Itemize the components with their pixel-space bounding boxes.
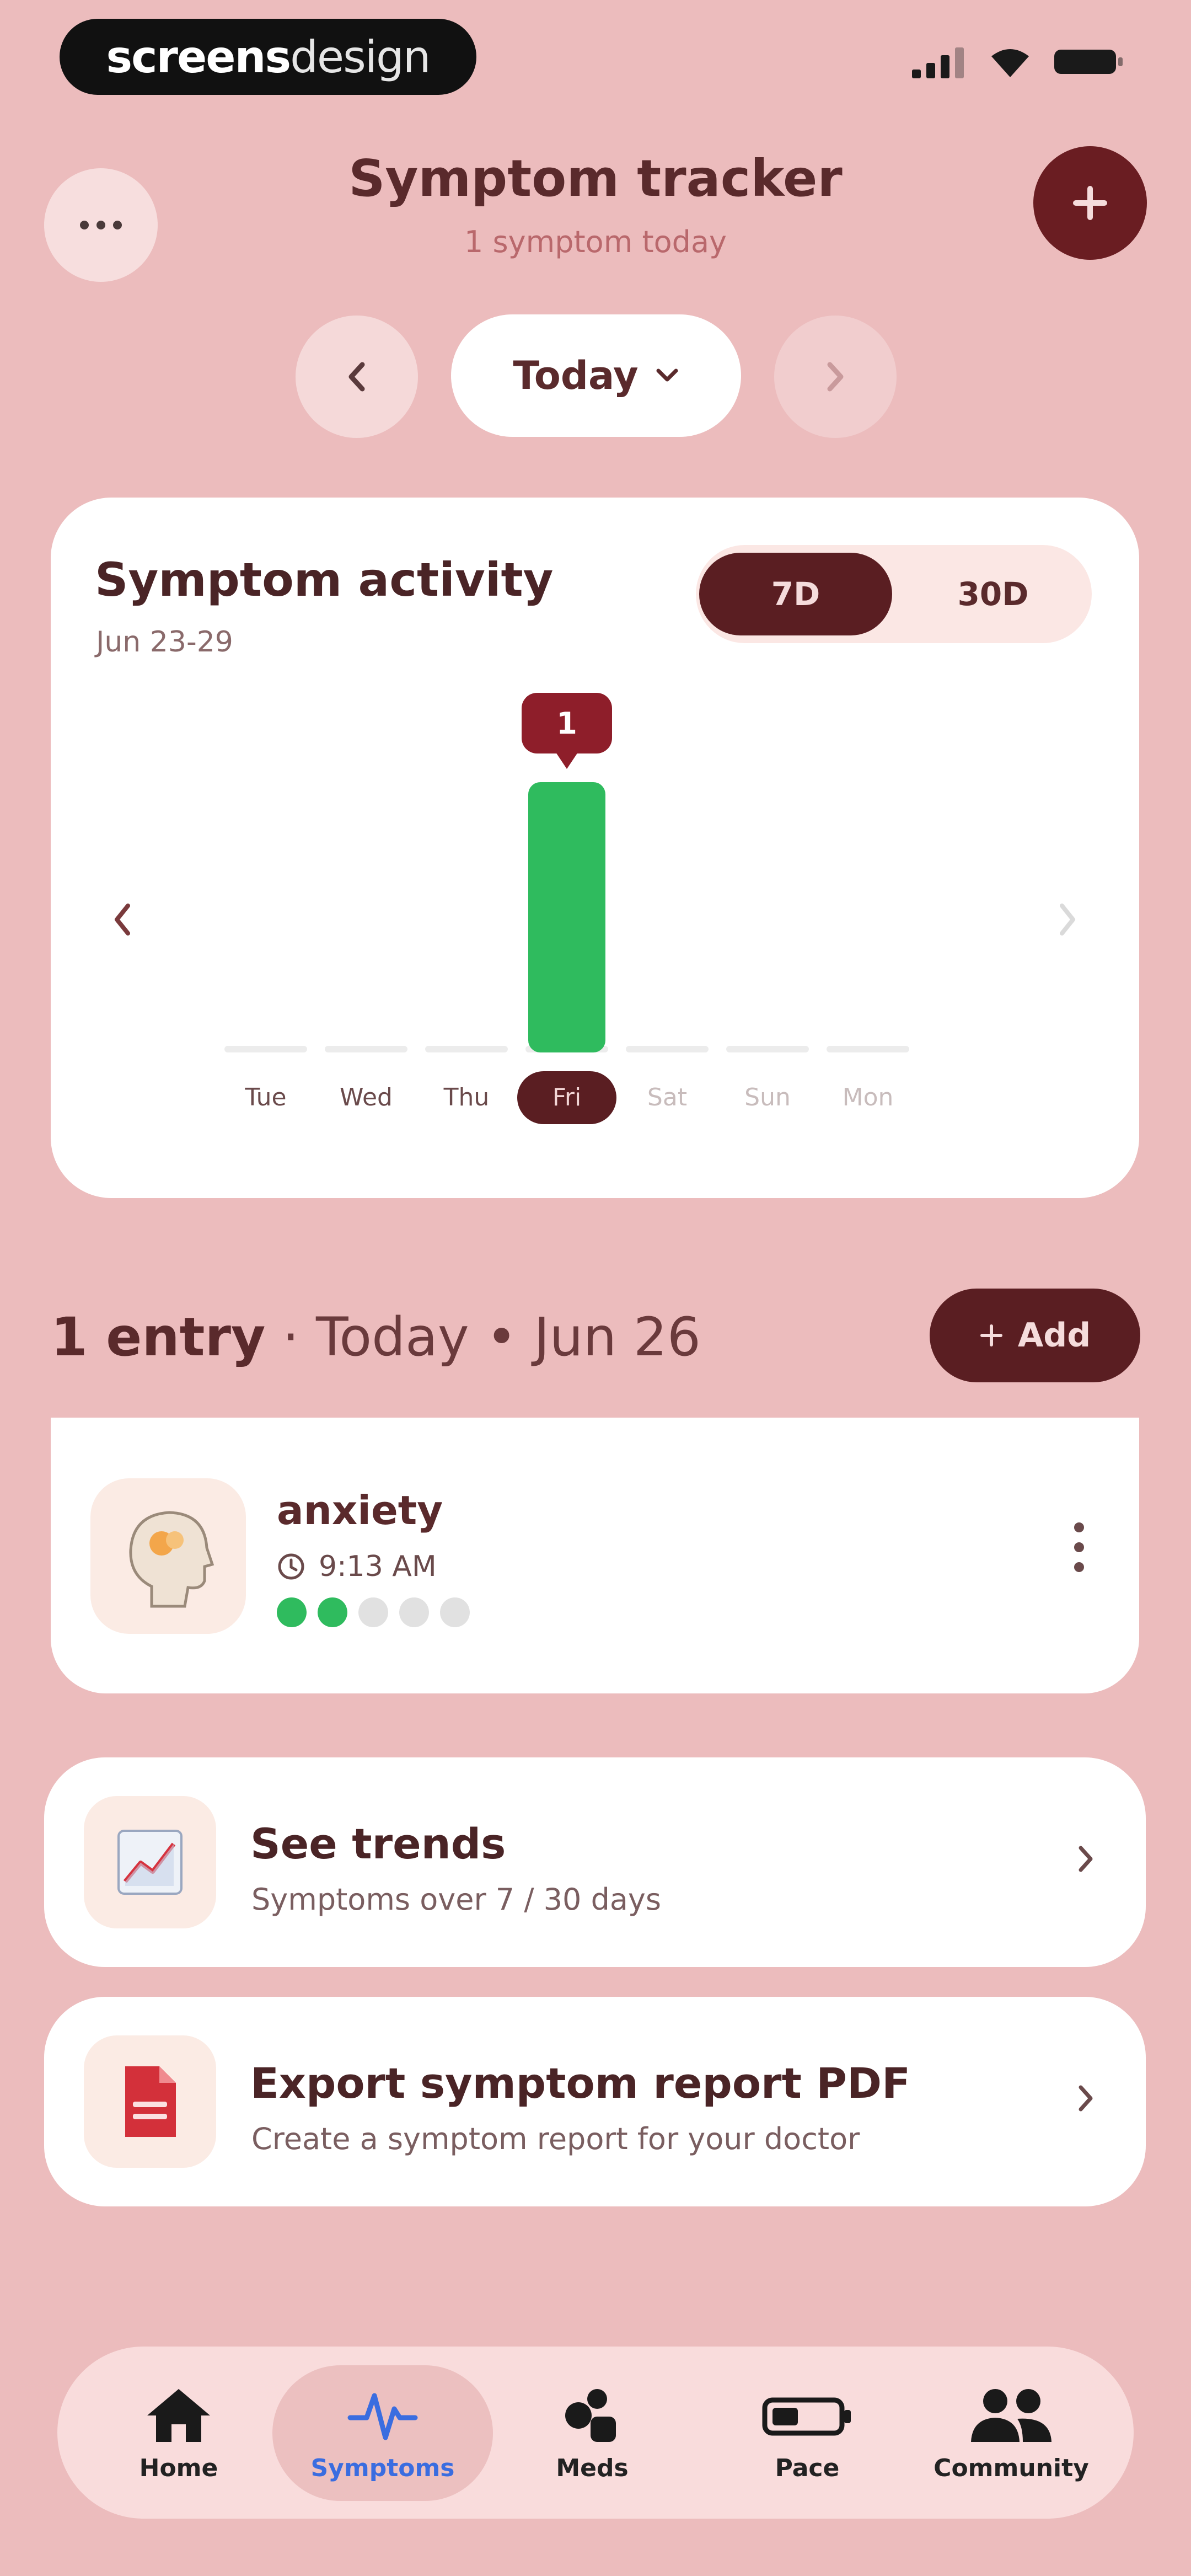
entry-options-button[interactable]: [1074, 1522, 1084, 1572]
entry-time-row: 9:13 AM: [277, 1550, 437, 1583]
home-icon: [147, 2388, 210, 2442]
chevron-right-icon: [1076, 2074, 1095, 2125]
entries-count: 1 entry: [51, 1306, 266, 1368]
chart-baseline-sun: [726, 1046, 809, 1052]
add-entry-label: Add: [1017, 1316, 1091, 1355]
nav-meds[interactable]: Meds: [482, 2365, 702, 2501]
plus-icon: [980, 1324, 1002, 1346]
severity-dot: [440, 1597, 470, 1627]
chart-baseline-thu: [425, 1046, 508, 1052]
page-title: Symptom tracker: [348, 149, 843, 208]
trend-chart-icon: [117, 1830, 183, 1895]
chart-value-tooltip: 1: [522, 693, 612, 769]
chart-baseline-sat: [626, 1046, 709, 1052]
see-trends-card[interactable]: See trends Symptoms over 7 / 30 days: [44, 1757, 1146, 1967]
severity-dot: [277, 1597, 307, 1627]
nav-symptoms-label: Symptoms: [310, 2454, 455, 2482]
nav-symptoms[interactable]: Symptoms: [272, 2365, 493, 2501]
trends-subtitle: Symptoms over 7 / 30 days: [251, 1882, 662, 1917]
wifi-icon: [991, 49, 1029, 77]
chart-day-label-mon[interactable]: Mon: [818, 1071, 918, 1124]
nav-pace[interactable]: Pace: [697, 2365, 918, 2501]
chart-baseline-mon: [827, 1046, 909, 1052]
export-icon-box: [84, 2035, 216, 2168]
entry-icon-box: [90, 1478, 246, 1634]
next-day-button[interactable]: [774, 316, 897, 438]
chart-bar-fri[interactable]: [528, 782, 605, 1052]
add-entry-button[interactable]: Add: [930, 1289, 1140, 1382]
page-subtitle: 1 symptom today: [464, 225, 727, 259]
chart-day-label-sat[interactable]: Sat: [618, 1071, 717, 1124]
nav-community-label: Community: [934, 2454, 1089, 2482]
entry-symptom-name: anxiety: [277, 1487, 443, 1533]
pills-icon: [565, 2388, 616, 2442]
export-report-card[interactable]: Export symptom report PDF Create a sympt…: [44, 1997, 1146, 2206]
pulse-icon: [347, 2393, 418, 2440]
chevron-right-icon: [1076, 1835, 1095, 1886]
kebab-dot: [1074, 1522, 1084, 1532]
severity-dot: [358, 1597, 388, 1627]
chart-day-label-fri[interactable]: Fri: [517, 1071, 616, 1124]
clock-icon: [278, 1553, 304, 1580]
kebab-dot: [1074, 1542, 1084, 1552]
chart-day-label-tue[interactable]: Tue: [216, 1071, 315, 1124]
battery-status-icon: [1054, 50, 1123, 74]
add-symptom-button[interactable]: [1033, 146, 1147, 260]
nav-home[interactable]: Home: [68, 2365, 289, 2501]
signal-icon: [912, 47, 964, 78]
bottom-navigation: Home Symptoms Meds Pace Community: [57, 2347, 1134, 2519]
plus-icon: [1073, 186, 1107, 220]
entry-time: 9:13 AM: [319, 1550, 437, 1583]
entries-date: · Today • Jun 26: [265, 1306, 701, 1368]
date-selector[interactable]: Today: [451, 314, 741, 437]
chart-baseline-wed: [325, 1046, 407, 1052]
brand-text-bold: screens: [106, 31, 292, 83]
nav-home-label: Home: [139, 2454, 218, 2482]
export-subtitle: Create a symptom report for your doctor: [251, 2121, 860, 2156]
brand-text-light: design: [290, 31, 431, 83]
chart-day-label-wed[interactable]: Wed: [316, 1071, 416, 1124]
kebab-dot: [1074, 1562, 1084, 1572]
chevron-right-icon: [827, 362, 844, 392]
trends-title: See trends: [250, 1819, 506, 1868]
people-icon: [971, 2388, 1051, 2442]
previous-day-button[interactable]: [296, 316, 418, 438]
chart-day-label-thu[interactable]: Thu: [417, 1071, 516, 1124]
severity-dot: [399, 1597, 429, 1627]
symptom-bar-chart: Tue Wed Thu 1 Fri Sat Sun Mon: [51, 498, 1139, 1198]
severity-indicator: [277, 1597, 470, 1627]
nav-pace-label: Pace: [775, 2454, 840, 2482]
chart-day-label-sun[interactable]: Sun: [718, 1071, 817, 1124]
nav-meds-label: Meds: [556, 2454, 629, 2482]
page-header: Symptom tracker 1 symptom today: [0, 149, 1191, 259]
entries-heading: 1 entry · Today • Jun 26: [51, 1306, 701, 1368]
date-selector-label: Today: [513, 353, 639, 398]
battery-icon: [762, 2397, 851, 2435]
symptom-activity-card: Symptom activity Jun 23-29 7D 30D Tue Wed…: [51, 498, 1139, 1198]
export-title: Export symptom report PDF: [250, 2059, 910, 2108]
chevron-left-icon: [348, 362, 365, 392]
head-brain-icon: [129, 1511, 214, 1608]
severity-dot: [318, 1597, 347, 1627]
chart-baseline-tue: [224, 1046, 307, 1052]
brand-badge: screens design: [60, 19, 476, 95]
symptom-entry-card[interactable]: anxiety 9:13 AM: [51, 1418, 1139, 1693]
nav-community[interactable]: Community: [901, 2365, 1122, 2501]
status-icons: [912, 45, 1125, 78]
pdf-file-icon: [125, 2066, 176, 2137]
chevron-down-icon: [656, 368, 678, 382]
trends-icon-box: [84, 1796, 216, 1928]
